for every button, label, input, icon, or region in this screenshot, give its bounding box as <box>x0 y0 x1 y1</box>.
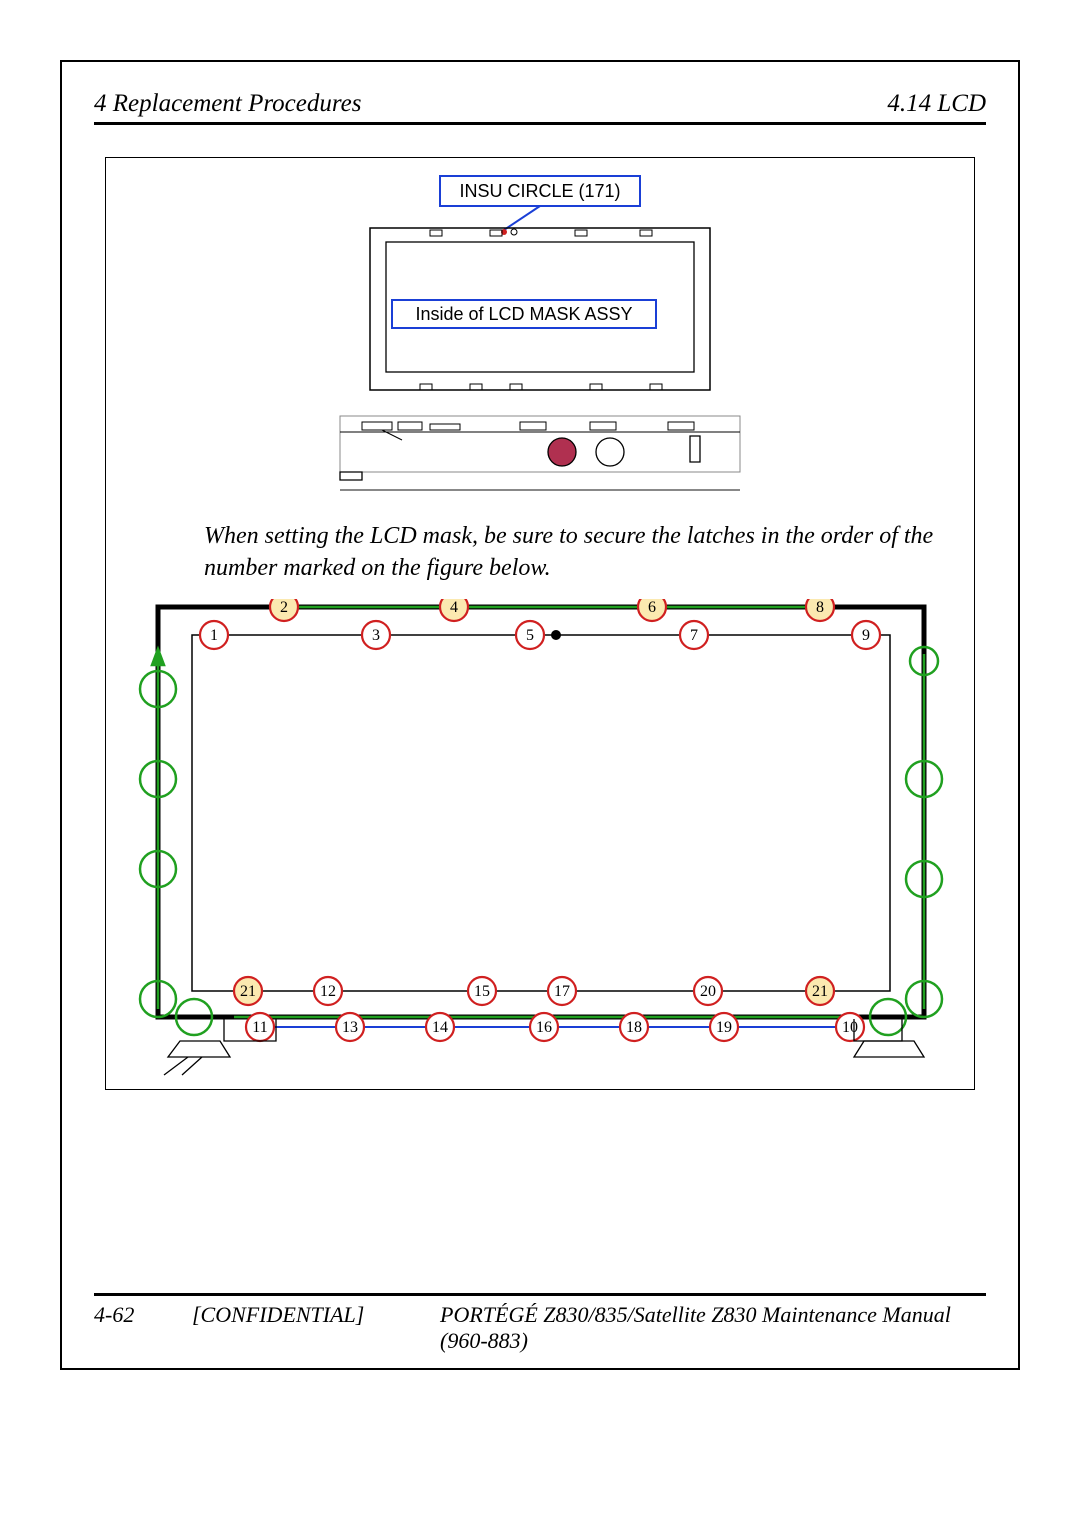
header-left: 4 Replacement Procedures <box>94 90 362 118</box>
svg-text:14: 14 <box>432 1019 448 1036</box>
svg-text:10: 10 <box>842 1019 858 1036</box>
svg-text:8: 8 <box>816 599 824 616</box>
top-outer-latches: 2 4 6 8 <box>270 599 834 621</box>
latch-order-diagram: 2 4 6 8 1 3 5 7 9 <box>124 599 958 1079</box>
svg-text:3: 3 <box>372 627 380 644</box>
svg-text:17: 17 <box>554 983 570 1000</box>
svg-text:21: 21 <box>240 983 256 1000</box>
svg-text:16: 16 <box>536 1019 552 1036</box>
svg-text:2: 2 <box>280 599 288 616</box>
svg-text:9: 9 <box>862 627 870 644</box>
page-header: 4 Replacement Procedures 4.14 LCD <box>94 90 986 125</box>
svg-text:21: 21 <box>812 983 828 1000</box>
footer-doc-title: PORTÉGÉ Z830/835/Satellite Z830 Maintena… <box>440 1302 986 1354</box>
svg-text:7: 7 <box>690 627 698 644</box>
lcd-mask-diagram: INSU CIRCLE (171) <box>330 172 750 502</box>
page-footer: 4-62 [CONFIDENTIAL] PORTÉGÉ Z830/835/Sat… <box>94 1293 986 1354</box>
footer-confidential: [CONFIDENTIAL] <box>192 1302 412 1354</box>
svg-text:4: 4 <box>450 599 458 616</box>
figure-caption: When setting the LCD mask, be sure to se… <box>204 520 944 585</box>
header-right: 4.14 LCD <box>887 90 986 118</box>
svg-text:1: 1 <box>210 627 218 644</box>
svg-text:18: 18 <box>626 1019 642 1036</box>
page-frame: 4 Replacement Procedures 4.14 LCD INSU C… <box>60 60 1020 1370</box>
svg-text:12: 12 <box>320 983 336 1000</box>
inside-mask-label: Inside of LCD MASK ASSY <box>415 304 632 324</box>
svg-text:6: 6 <box>648 599 656 616</box>
figure-block: INSU CIRCLE (171) <box>105 157 975 1090</box>
svg-text:5: 5 <box>526 627 534 644</box>
svg-text:19: 19 <box>716 1019 732 1036</box>
footer-page-number: 4-62 <box>94 1302 164 1354</box>
svg-text:13: 13 <box>342 1019 358 1036</box>
svg-text:20: 20 <box>700 983 716 1000</box>
svg-text:15: 15 <box>474 983 490 1000</box>
insu-circle-label: INSU CIRCLE (171) <box>459 181 620 201</box>
svg-text:11: 11 <box>252 1019 267 1036</box>
figure-lcd-mask-assy: INSU CIRCLE (171) <box>124 172 956 502</box>
